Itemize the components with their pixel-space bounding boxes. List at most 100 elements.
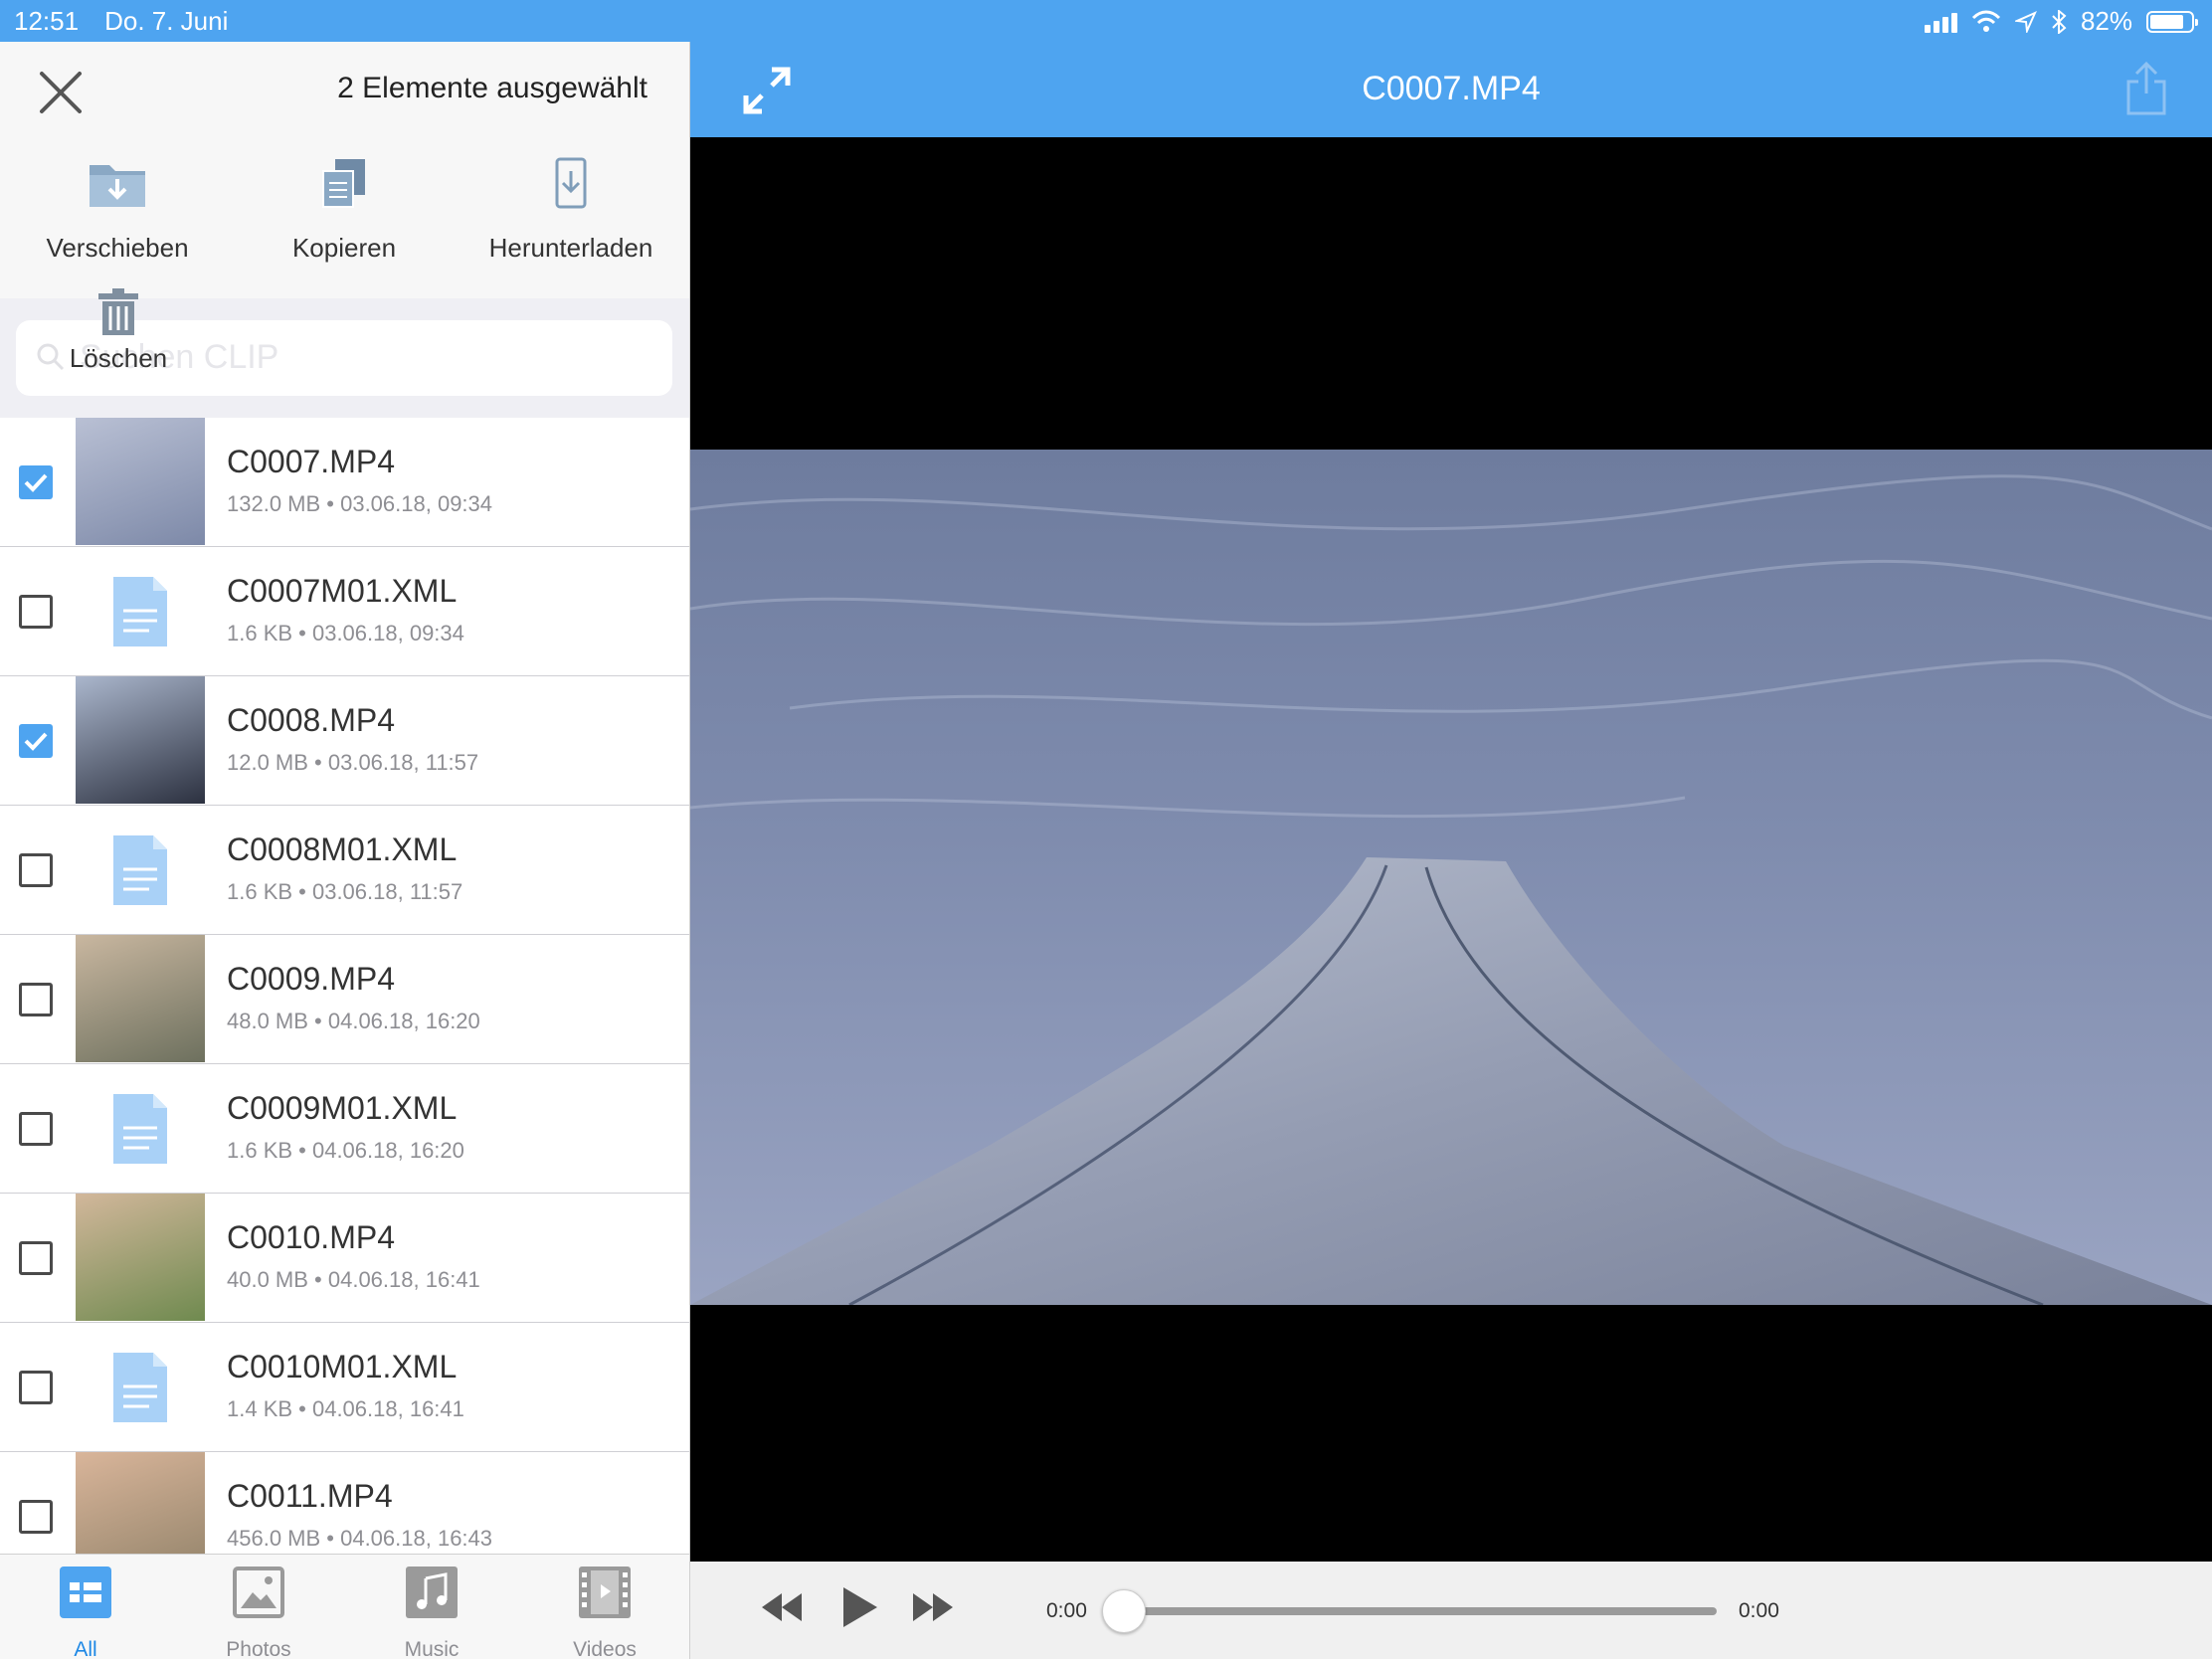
selection-count-title: 2 Elemente ausgewählt — [337, 72, 647, 104]
document-icon — [113, 1094, 167, 1169]
checkmark-icon — [24, 732, 48, 751]
file-browser-panel: 2 Elemente ausgewählt Verschieben Kopier… — [0, 0, 690, 1659]
tab-label: Photos — [226, 1638, 291, 1659]
status-time: 12:51 — [14, 6, 80, 36]
status-bar: 12:51 Do. 7. Juni 82% — [0, 0, 2212, 42]
close-selection-button[interactable] — [36, 68, 86, 117]
document-icon — [113, 1353, 167, 1427]
copy-action[interactable]: Kopieren — [245, 149, 444, 264]
tab-music[interactable]: Music — [372, 1563, 491, 1659]
status-date: Do. 7. Juni — [104, 6, 229, 36]
copy-icon — [322, 159, 365, 208]
tab-label: Videos — [573, 1638, 637, 1659]
checkbox[interactable] — [19, 853, 53, 887]
battery-icon — [2146, 10, 2198, 33]
tab-videos[interactable]: Videos — [545, 1563, 664, 1659]
file-row[interactable]: C0009.MP4 48.0 MB • 04.06.18, 16:20 — [0, 935, 689, 1064]
checkbox[interactable] — [19, 595, 53, 629]
bluetooth-icon — [2052, 9, 2067, 34]
total-time: 0:00 — [1739, 1599, 1779, 1622]
fast-forward-button[interactable] — [909, 1587, 957, 1632]
delete-action[interactable]: Löschen — [56, 288, 181, 374]
file-row[interactable]: C0010M01.XML 1.4 KB • 04.06.18, 16:41 — [0, 1323, 689, 1452]
progress-slider-knob[interactable] — [1102, 1589, 1146, 1633]
file-list[interactable]: C0007.MP4 132.0 MB • 03.06.18, 09:34 C0007… — [0, 418, 689, 1554]
file-row[interactable]: C0010.MP4 40.0 MB • 04.06.18, 16:41 — [0, 1194, 689, 1323]
file-meta: 1.6 KB • 03.06.18, 09:34 — [227, 621, 464, 645]
progress-track[interactable] — [1128, 1607, 1717, 1615]
document-icon — [113, 835, 167, 910]
share-button[interactable] — [2124, 61, 2168, 122]
close-icon — [40, 72, 82, 113]
trash-icon — [98, 288, 138, 335]
file-name: C0009.MP4 — [227, 961, 395, 997]
file-name: C0007.MP4 — [227, 444, 395, 479]
checkbox[interactable] — [19, 1112, 53, 1146]
selection-header: 2 Elemente ausgewählt — [0, 42, 689, 137]
document-icon — [113, 577, 167, 651]
file-meta: 456.0 MB • 04.06.18, 16:43 — [227, 1526, 493, 1551]
tab-photos[interactable]: Photos — [199, 1563, 318, 1659]
playback-controls: 0:00 0:00 — [690, 1562, 2212, 1659]
checkbox[interactable] — [19, 1500, 53, 1534]
download-icon — [555, 157, 587, 209]
file-row[interactable]: C0007.MP4 132.0 MB • 03.06.18, 09:34 — [0, 418, 689, 547]
grid-icon — [26, 1563, 145, 1622]
wifi-icon — [1971, 10, 2001, 32]
file-name: C0011.MP4 — [227, 1478, 393, 1514]
file-name: C0008.MP4 — [227, 702, 395, 738]
video-thumbnail — [76, 1452, 205, 1554]
photo-icon — [199, 1563, 318, 1622]
move-label: Verschieben — [46, 233, 189, 263]
cellular-signal-icon — [1924, 11, 1957, 33]
download-label: Herunterladen — [488, 233, 653, 263]
checkbox[interactable] — [19, 983, 53, 1016]
file-meta: 12.0 MB • 03.06.18, 11:57 — [227, 750, 479, 775]
tab-label: Music — [404, 1638, 460, 1659]
file-name: C0009M01.XML — [227, 1090, 458, 1126]
delete-label: Löschen — [69, 343, 168, 373]
play-icon — [843, 1587, 877, 1627]
checkbox-checked[interactable] — [19, 724, 53, 758]
file-meta: 40.0 MB • 04.06.18, 16:41 — [227, 1267, 480, 1292]
rewind-icon — [762, 1593, 802, 1621]
move-action[interactable]: Verschieben — [18, 149, 217, 264]
film-icon — [545, 1563, 664, 1622]
airplane-wing-image — [690, 450, 2212, 1305]
tab-all[interactable]: All — [26, 1563, 145, 1659]
video-frame[interactable] — [690, 450, 2212, 1305]
rewind-button[interactable] — [758, 1587, 806, 1632]
share-icon — [2126, 61, 2166, 115]
battery-percent: 82% — [2080, 6, 2132, 36]
copy-label: Kopieren — [291, 233, 397, 263]
file-name: C0010.MP4 — [227, 1219, 395, 1255]
file-row[interactable]: C0011.MP4 456.0 MB • 04.06.18, 16:43 — [0, 1452, 689, 1554]
checkbox-checked[interactable] — [19, 465, 53, 499]
file-name: C0010M01.XML — [227, 1349, 458, 1384]
music-note-icon — [372, 1563, 491, 1622]
play-button[interactable] — [839, 1583, 879, 1636]
current-time: 0:00 — [1046, 1599, 1087, 1622]
fast-forward-icon — [913, 1593, 953, 1621]
file-meta: 1.4 KB • 04.06.18, 16:41 — [227, 1396, 464, 1421]
checkbox[interactable] — [19, 1241, 53, 1275]
video-title: C0007.MP4 — [1362, 70, 1541, 107]
video-thumbnail — [76, 935, 205, 1062]
player-header: C0007.MP4 — [690, 42, 2212, 137]
file-name: C0008M01.XML — [227, 831, 458, 867]
download-action[interactable]: Herunterladen — [471, 149, 670, 264]
file-row[interactable]: C0009M01.XML 1.6 KB • 04.06.18, 16:20 — [0, 1064, 689, 1194]
file-name: C0007M01.XML — [227, 573, 458, 609]
video-thumbnail — [76, 1194, 205, 1321]
video-thumbnail — [76, 418, 205, 545]
move-folder-icon — [90, 165, 145, 207]
file-row[interactable]: C0008.MP4 12.0 MB • 03.06.18, 11:57 — [0, 676, 689, 806]
file-row[interactable]: C0008M01.XML 1.6 KB • 03.06.18, 11:57 — [0, 806, 689, 935]
file-meta: 1.6 KB • 03.06.18, 11:57 — [227, 879, 463, 904]
checkbox[interactable] — [19, 1371, 53, 1404]
file-row[interactable]: C0007M01.XML 1.6 KB • 03.06.18, 09:34 — [0, 547, 689, 676]
tab-bar: All Photos Music Videos — [0, 1554, 689, 1659]
file-meta: 48.0 MB • 04.06.18, 16:20 — [227, 1009, 480, 1033]
file-meta: 1.6 KB • 04.06.18, 16:20 — [227, 1138, 464, 1163]
location-arrow-icon — [2014, 10, 2037, 33]
